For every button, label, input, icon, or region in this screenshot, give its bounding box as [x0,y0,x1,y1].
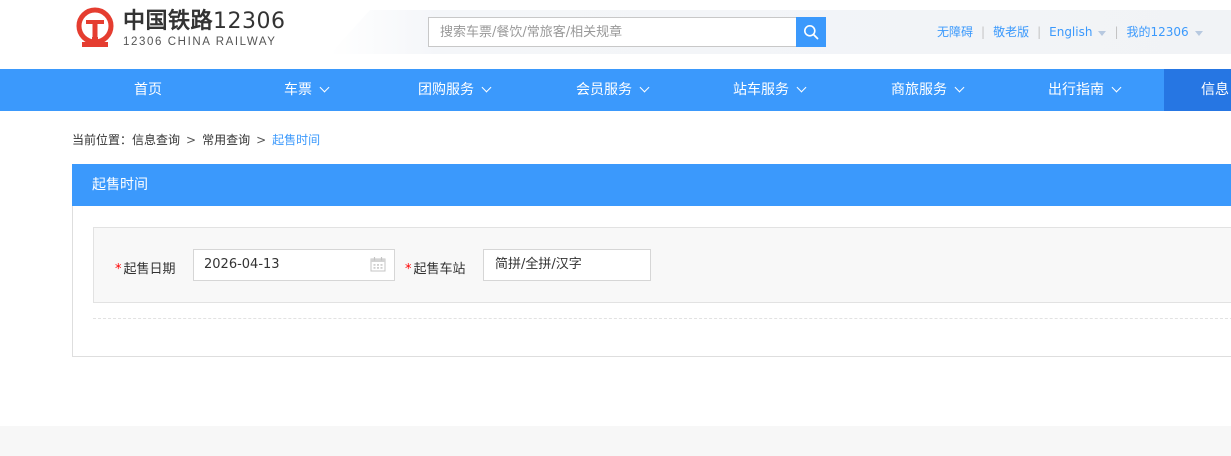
railway-logo-icon [76,7,114,47]
nav-item-info[interactable]: 信息 [1164,69,1231,111]
nav-item-station-service[interactable]: 站车服务 [700,69,838,111]
nav-item-label: 信息 [1201,82,1229,98]
calendar-icon[interactable] [370,256,386,272]
search-icon [804,25,819,40]
caret-down-icon [1098,30,1107,36]
nav-item-tickets[interactable]: 车票 [247,69,365,111]
search-button[interactable] [796,17,826,47]
logo-text: 中国铁路12306 12306 CHINA RAILWAY [123,9,286,49]
required-mark: * [405,262,412,277]
caret-down-icon [1194,31,1203,36]
chevron-down-icon [1111,82,1122,93]
nav-item-label: 会员服务 [576,82,632,98]
nav-item-label: 车票 [284,82,312,98]
sale-station-input[interactable]: 简拼/全拼/汉字 [483,249,651,281]
search-bar [428,17,826,47]
logo-cn-num: 12306 [213,9,286,34]
breadcrumb-current: 起售时间 [272,133,321,147]
link-separator: | [1114,24,1119,39]
chevron-down-icon [796,82,807,93]
sale-station-label: * 起售车站 [405,258,466,277]
language-switch[interactable]: English [1049,24,1107,39]
link-separator: | [981,24,986,39]
sale-date-label: * 起售日期 [115,258,176,277]
nav-item-travel-guide[interactable]: 出行指南 [1015,69,1153,111]
my-account-menu[interactable]: 我的12306 [1127,23,1203,40]
breadcrumb: 当前位置：信息查询 > 常用查询 > 起售时间 [72,131,320,148]
sale-date-label-text: 起售日期 [123,262,176,277]
header-links: 无障碍 | 敬老版 | English | 我的12306 [937,23,1203,40]
chevron-down-icon [954,82,965,93]
form-divider [93,318,1231,319]
page-header: 中国铁路12306 12306 CHINA RAILWAY 无障碍 | 敬老版 … [0,0,1231,69]
nav-item-home[interactable]: 首页 [89,69,207,111]
nav-item-group-service[interactable]: 团购服务 [385,69,523,111]
breadcrumb-item[interactable]: 信息查询 [132,133,180,147]
breadcrumb-item[interactable]: 常用查询 [202,133,250,147]
my-account-label: 我的12306 [1126,25,1189,39]
nav-item-label: 团购服务 [418,82,474,98]
language-label: English [1049,24,1093,39]
nav-item-label: 首页 [134,82,162,98]
nav-item-label: 站车服务 [733,82,789,98]
elderly-mode-link[interactable]: 敬老版 [993,23,1029,40]
required-mark: * [115,262,122,277]
link-separator: | [1037,24,1042,39]
nav-item-business-service[interactable]: 商旅服务 [858,69,996,111]
breadcrumb-separator: > [256,133,267,147]
site-logo[interactable]: 中国铁路12306 12306 CHINA RAILWAY [72,6,286,52]
breadcrumb-separator: > [186,133,197,147]
sale-station-label-text: 起售车站 [413,262,466,277]
main-nav: 首页 车票 团购服务 会员服务 站车服务 商旅服务 出行指南 信息 [0,69,1231,111]
chevron-down-icon [319,82,330,93]
search-input[interactable] [428,17,796,47]
logo-title: 中国铁路12306 [123,9,286,35]
nav-item-member-service[interactable]: 会员服务 [543,69,681,111]
logo-subtitle: 12306 CHINA RAILWAY [123,36,277,48]
logo-cn-text: 中国铁路 [123,9,214,34]
chevron-down-icon [481,82,492,93]
sale-date-input[interactable]: 2026-04-13 [193,249,395,281]
nav-item-label: 商旅服务 [891,82,947,98]
nav-item-label: 出行指南 [1048,82,1104,98]
breadcrumb-prefix: 当前位置： [72,133,133,147]
chevron-down-icon [639,82,650,93]
panel-title: 起售时间 [72,164,1231,206]
accessibility-link[interactable]: 无障碍 [937,23,973,40]
page-footer [0,426,1231,456]
